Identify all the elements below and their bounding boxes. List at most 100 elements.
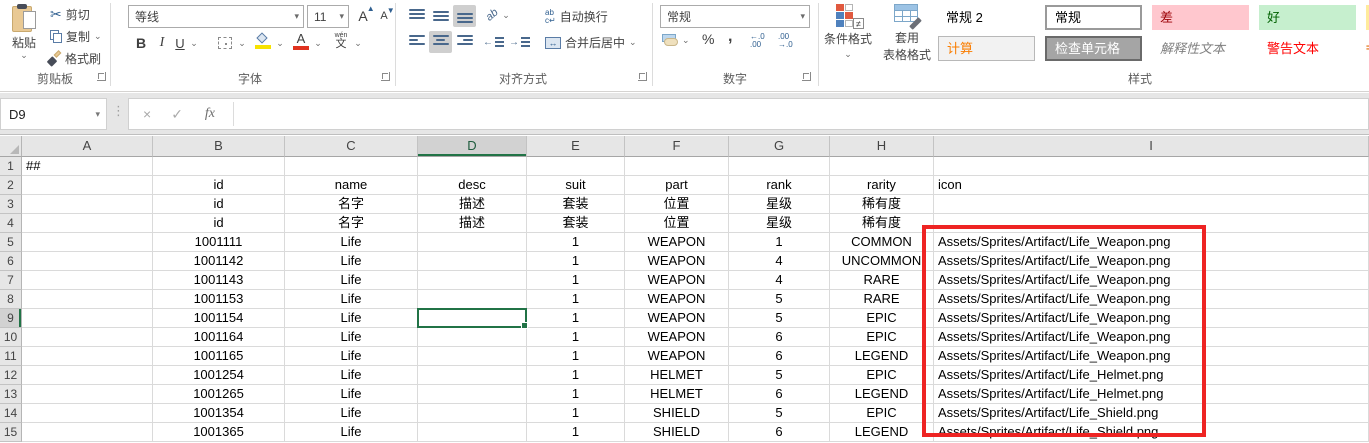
cell-G8[interactable]: 5 <box>729 290 830 309</box>
cell-F3[interactable]: 位置 <box>625 195 729 214</box>
cell-A3[interactable] <box>22 195 153 214</box>
font-name-combo[interactable]: 等线 ▾ <box>128 5 304 28</box>
cell-C14[interactable]: Life <box>285 404 418 423</box>
decrease-font-size-button[interactable]: A▼ <box>374 5 394 27</box>
cell-D14[interactable] <box>418 404 527 423</box>
cell-F13[interactable]: HELMET <box>625 385 729 404</box>
cell-G9[interactable]: 5 <box>729 309 830 328</box>
bold-button[interactable]: B <box>132 32 150 54</box>
cell-I14[interactable]: Assets/Sprites/Artifact/Life_Shield.png <box>934 404 1369 423</box>
cell-I5[interactable]: Assets/Sprites/Artifact/Life_Weapon.png <box>934 233 1369 252</box>
formula-bar-resize-handle[interactable]: ⋮ <box>112 103 125 119</box>
cell-A1[interactable]: ## <box>22 157 153 176</box>
row-header-15[interactable]: 15 <box>0 423 22 442</box>
cell-F7[interactable]: WEAPON <box>625 271 729 290</box>
col-header-G[interactable]: G <box>729 136 830 157</box>
col-header-A[interactable]: A <box>22 136 153 157</box>
underline-menu-button[interactable]: ⌄ <box>188 32 200 54</box>
row-header-10[interactable]: 10 <box>0 328 22 347</box>
cell-A4[interactable] <box>22 214 153 233</box>
cell-A10[interactable] <box>22 328 153 347</box>
italic-button[interactable]: I <box>154 32 170 54</box>
cell-F14[interactable]: SHIELD <box>625 404 729 423</box>
cell-D8[interactable] <box>418 290 527 309</box>
cell-I12[interactable]: Assets/Sprites/Artifact/Life_Helmet.png <box>934 366 1369 385</box>
conditional-formatting-button[interactable]: ≠ 条件格式 ⌄ <box>822 3 874 59</box>
cell-D2[interactable]: desc <box>418 176 527 195</box>
increase-font-size-button[interactable]: A▲ <box>353 5 373 27</box>
cell-H7[interactable]: RARE <box>830 271 934 290</box>
phonetic-menu-button[interactable]: ⌄ <box>352 32 364 54</box>
row-header-5[interactable]: 5 <box>0 233 22 252</box>
borders-menu-button[interactable]: ⌄ <box>236 32 248 54</box>
cell-H9[interactable]: EPIC <box>830 309 934 328</box>
cell-D4[interactable]: 描述 <box>418 214 527 233</box>
cell-C3[interactable]: 名字 <box>285 195 418 214</box>
cell-H3[interactable]: 稀有度 <box>830 195 934 214</box>
col-header-B[interactable]: B <box>153 136 285 157</box>
col-header-C[interactable]: C <box>285 136 418 157</box>
cell-C5[interactable]: Life <box>285 233 418 252</box>
cell-B4[interactable]: id <box>153 214 285 233</box>
cell-F6[interactable]: WEAPON <box>625 252 729 271</box>
cell-H1[interactable] <box>830 157 934 176</box>
clipboard-dialog-launcher[interactable] <box>97 72 106 81</box>
cell-B12[interactable]: 1001254 <box>153 366 285 385</box>
cell-C12[interactable]: Life <box>285 366 418 385</box>
percent-style-button[interactable]: % <box>702 31 714 47</box>
formula-input[interactable] <box>234 99 1368 129</box>
cell-G4[interactable]: 星级 <box>729 214 830 233</box>
comma-style-button[interactable]: , <box>728 28 732 46</box>
cell-F1[interactable] <box>625 157 729 176</box>
cell-B10[interactable]: 1001164 <box>153 328 285 347</box>
cell-B7[interactable]: 1001143 <box>153 271 285 290</box>
cell-D15[interactable] <box>418 423 527 442</box>
cell-A6[interactable] <box>22 252 153 271</box>
cell-F8[interactable]: WEAPON <box>625 290 729 309</box>
cell-G1[interactable] <box>729 157 830 176</box>
cell-F5[interactable]: WEAPON <box>625 233 729 252</box>
cell-G6[interactable]: 4 <box>729 252 830 271</box>
cell-G10[interactable]: 6 <box>729 328 830 347</box>
cell-B14[interactable]: 1001354 <box>153 404 285 423</box>
cell-I15[interactable]: Assets/Sprites/Artifact/Life_Shield.png <box>934 423 1369 442</box>
cell-F9[interactable]: WEAPON <box>625 309 729 328</box>
cell-C2[interactable]: name <box>285 176 418 195</box>
style-cell-explain[interactable]: 解释性文本 <box>1152 36 1249 61</box>
cell-E14[interactable]: 1 <box>527 404 625 423</box>
cell-H11[interactable]: LEGEND <box>830 347 934 366</box>
cell-I7[interactable]: Assets/Sprites/Artifact/Life_Weapon.png <box>934 271 1369 290</box>
cell-I13[interactable]: Assets/Sprites/Artifact/Life_Helmet.png <box>934 385 1369 404</box>
orientation-button[interactable]: ab ⌄ <box>486 9 510 21</box>
cancel-icon[interactable]: × <box>129 106 161 122</box>
align-bottom-button[interactable] <box>453 5 476 27</box>
copy-button[interactable]: 复制 ⌄ <box>50 26 102 46</box>
col-header-H[interactable]: H <box>830 136 934 157</box>
select-all-corner[interactable] <box>0 136 22 157</box>
style-cell-good[interactable]: 好 <box>1259 5 1356 30</box>
font-size-combo[interactable]: 11 ▾ <box>307 5 349 28</box>
cell-E2[interactable]: suit <box>527 176 625 195</box>
cell-D12[interactable] <box>418 366 527 385</box>
paste-button[interactable]: 粘贴 ⌄ <box>4 2 44 66</box>
cell-G5[interactable]: 1 <box>729 233 830 252</box>
cell-E7[interactable]: 1 <box>527 271 625 290</box>
cell-H4[interactable]: 稀有度 <box>830 214 934 233</box>
cell-D5[interactable] <box>418 233 527 252</box>
align-top-button[interactable] <box>405 5 428 27</box>
cell-B8[interactable]: 1001153 <box>153 290 285 309</box>
cell-B1[interactable] <box>153 157 285 176</box>
cell-H13[interactable]: LEGEND <box>830 385 934 404</box>
cell-G12[interactable]: 5 <box>729 366 830 385</box>
cell-C10[interactable]: Life <box>285 328 418 347</box>
cell-C6[interactable]: Life <box>285 252 418 271</box>
cell-B11[interactable]: 1001165 <box>153 347 285 366</box>
cell-H8[interactable]: RARE <box>830 290 934 309</box>
cell-E6[interactable]: 1 <box>527 252 625 271</box>
style-cell-calc[interactable]: 计算 <box>938 36 1035 61</box>
style-cell-warning[interactable]: 警告文本 <box>1259 36 1356 61</box>
align-left-button[interactable] <box>405 31 428 53</box>
font-dialog-launcher[interactable] <box>381 72 390 81</box>
cell-A7[interactable] <box>22 271 153 290</box>
cell-F11[interactable]: WEAPON <box>625 347 729 366</box>
